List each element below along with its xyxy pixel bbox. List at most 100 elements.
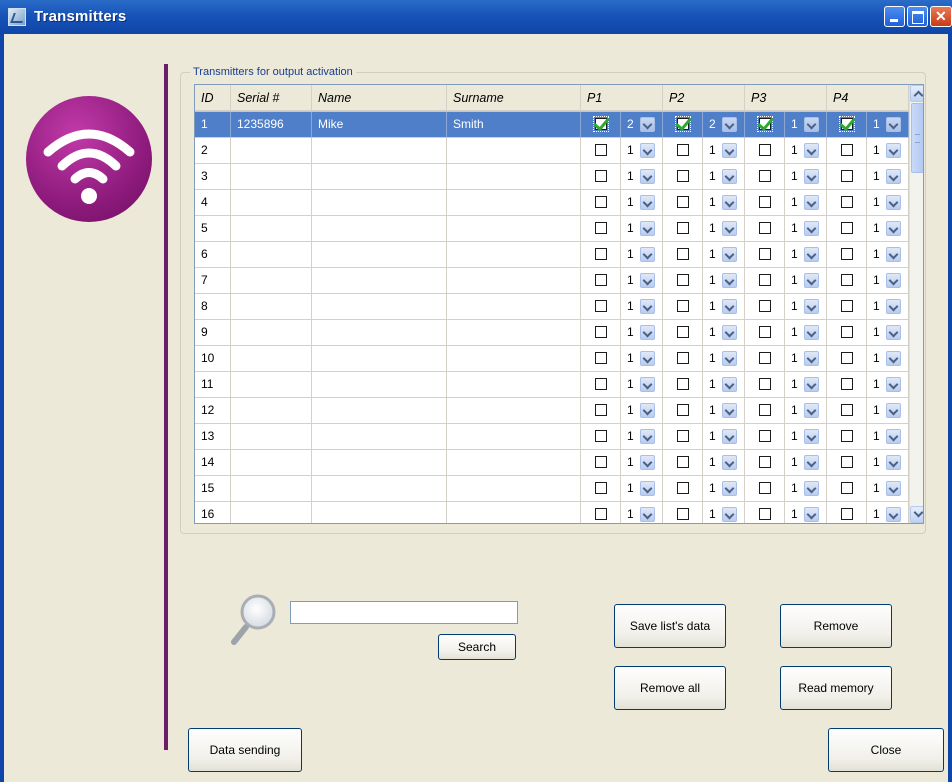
chevron-down-icon[interactable] bbox=[886, 221, 901, 236]
p2-checkbox[interactable] bbox=[677, 326, 689, 338]
search-input[interactable] bbox=[290, 601, 518, 624]
cell-surname[interactable] bbox=[447, 138, 581, 164]
p2-dropdown[interactable]: 1 bbox=[703, 138, 745, 164]
p1-checkbox[interactable] bbox=[595, 326, 607, 338]
cell-serial[interactable] bbox=[231, 476, 312, 502]
cell-name[interactable] bbox=[312, 346, 447, 372]
cell-surname[interactable] bbox=[447, 398, 581, 424]
p3-checkbox[interactable] bbox=[759, 274, 771, 286]
p2-checkbox[interactable] bbox=[675, 116, 691, 132]
p4-dropdown[interactable]: 1 bbox=[867, 372, 909, 398]
cell-serial[interactable] bbox=[231, 320, 312, 346]
p3-checkbox[interactable] bbox=[759, 222, 771, 234]
p3-checkbox[interactable] bbox=[759, 196, 771, 208]
p3-dropdown[interactable]: 1 bbox=[785, 164, 827, 190]
grid-scrollbar[interactable] bbox=[909, 85, 923, 523]
p2-dropdown[interactable]: 2 bbox=[703, 112, 745, 138]
p3-dropdown[interactable]: 1 bbox=[785, 268, 827, 294]
p1-checkbox[interactable] bbox=[595, 274, 607, 286]
p4-checkbox[interactable] bbox=[841, 430, 853, 442]
p2-checkbox[interactable] bbox=[677, 300, 689, 312]
cell-name[interactable] bbox=[312, 268, 447, 294]
p1-checkbox[interactable] bbox=[595, 430, 607, 442]
cell-serial[interactable] bbox=[231, 346, 312, 372]
p4-dropdown[interactable]: 1 bbox=[867, 242, 909, 268]
p4-checkbox[interactable] bbox=[841, 170, 853, 182]
p1-dropdown[interactable]: 1 bbox=[621, 216, 663, 242]
chevron-down-icon[interactable] bbox=[722, 429, 737, 444]
remove-button[interactable]: Remove bbox=[780, 604, 892, 648]
p3-checkbox[interactable] bbox=[759, 430, 771, 442]
cell-name[interactable] bbox=[312, 450, 447, 476]
cell-id[interactable]: 9 bbox=[195, 320, 231, 346]
cell-surname[interactable] bbox=[447, 164, 581, 190]
p3-checkbox[interactable] bbox=[759, 404, 771, 416]
cell-id[interactable]: 15 bbox=[195, 476, 231, 502]
column-header-id[interactable]: ID bbox=[195, 85, 231, 111]
chevron-down-icon[interactable] bbox=[640, 117, 655, 132]
cell-serial[interactable] bbox=[231, 268, 312, 294]
p1-checkbox[interactable] bbox=[595, 456, 607, 468]
p4-dropdown[interactable]: 1 bbox=[867, 164, 909, 190]
close-button[interactable]: Close bbox=[828, 728, 944, 772]
chevron-down-icon[interactable] bbox=[886, 195, 901, 210]
chevron-down-icon[interactable] bbox=[640, 403, 655, 418]
chevron-down-icon[interactable] bbox=[886, 247, 901, 262]
cell-name[interactable] bbox=[312, 398, 447, 424]
cell-name[interactable] bbox=[312, 372, 447, 398]
cell-surname[interactable] bbox=[447, 320, 581, 346]
chevron-down-icon[interactable] bbox=[722, 377, 737, 392]
chevron-down-icon[interactable] bbox=[640, 455, 655, 470]
cell-id[interactable]: 10 bbox=[195, 346, 231, 372]
close-window-button[interactable] bbox=[930, 6, 952, 27]
p2-dropdown[interactable]: 1 bbox=[703, 424, 745, 450]
p2-checkbox[interactable] bbox=[677, 378, 689, 390]
cell-surname[interactable] bbox=[447, 424, 581, 450]
column-header-p4[interactable]: P4 bbox=[827, 85, 909, 111]
chevron-down-icon[interactable] bbox=[804, 117, 819, 132]
table-row[interactable]: 4 1 1 1 1 bbox=[195, 190, 909, 216]
p2-dropdown[interactable]: 1 bbox=[703, 476, 745, 502]
p4-checkbox[interactable] bbox=[841, 196, 853, 208]
p3-checkbox[interactable] bbox=[757, 116, 773, 132]
cell-surname[interactable] bbox=[447, 294, 581, 320]
p2-checkbox[interactable] bbox=[677, 456, 689, 468]
p2-checkbox[interactable] bbox=[677, 482, 689, 494]
read-memory-button[interactable]: Read memory bbox=[780, 666, 892, 710]
cell-surname[interactable] bbox=[447, 502, 581, 523]
p3-checkbox[interactable] bbox=[759, 144, 771, 156]
p2-dropdown[interactable]: 1 bbox=[703, 216, 745, 242]
table-row[interactable]: 7 1 1 1 1 bbox=[195, 268, 909, 294]
p2-dropdown[interactable]: 1 bbox=[703, 268, 745, 294]
cell-name[interactable]: Mike bbox=[312, 112, 447, 138]
cell-serial[interactable] bbox=[231, 502, 312, 523]
p1-dropdown[interactable]: 2 bbox=[621, 112, 663, 138]
cell-id[interactable]: 3 bbox=[195, 164, 231, 190]
chevron-down-icon[interactable] bbox=[640, 221, 655, 236]
p2-dropdown[interactable]: 1 bbox=[703, 294, 745, 320]
table-row[interactable]: 5 1 1 1 1 bbox=[195, 216, 909, 242]
scroll-down-button[interactable] bbox=[910, 506, 923, 523]
p2-checkbox[interactable] bbox=[677, 508, 689, 520]
p1-dropdown[interactable]: 1 bbox=[621, 164, 663, 190]
table-row[interactable]: 6 1 1 1 1 bbox=[195, 242, 909, 268]
table-row[interactable]: 1 1235896 Mike Smith 2 2 1 1 bbox=[195, 112, 909, 138]
p1-dropdown[interactable]: 1 bbox=[621, 190, 663, 216]
p1-dropdown[interactable]: 1 bbox=[621, 502, 663, 523]
cell-id[interactable]: 2 bbox=[195, 138, 231, 164]
cell-surname[interactable] bbox=[447, 346, 581, 372]
p2-checkbox[interactable] bbox=[677, 170, 689, 182]
chevron-down-icon[interactable] bbox=[722, 403, 737, 418]
p1-dropdown[interactable]: 1 bbox=[621, 372, 663, 398]
p4-dropdown[interactable]: 1 bbox=[867, 398, 909, 424]
table-row[interactable]: 12 1 1 1 1 bbox=[195, 398, 909, 424]
cell-name[interactable] bbox=[312, 138, 447, 164]
chevron-down-icon[interactable] bbox=[886, 507, 901, 522]
p3-dropdown[interactable]: 1 bbox=[785, 476, 827, 502]
p1-checkbox[interactable] bbox=[595, 300, 607, 312]
cell-serial[interactable] bbox=[231, 242, 312, 268]
chevron-down-icon[interactable] bbox=[804, 195, 819, 210]
p4-dropdown[interactable]: 1 bbox=[867, 112, 909, 138]
p2-checkbox[interactable] bbox=[677, 222, 689, 234]
p4-dropdown[interactable]: 1 bbox=[867, 476, 909, 502]
